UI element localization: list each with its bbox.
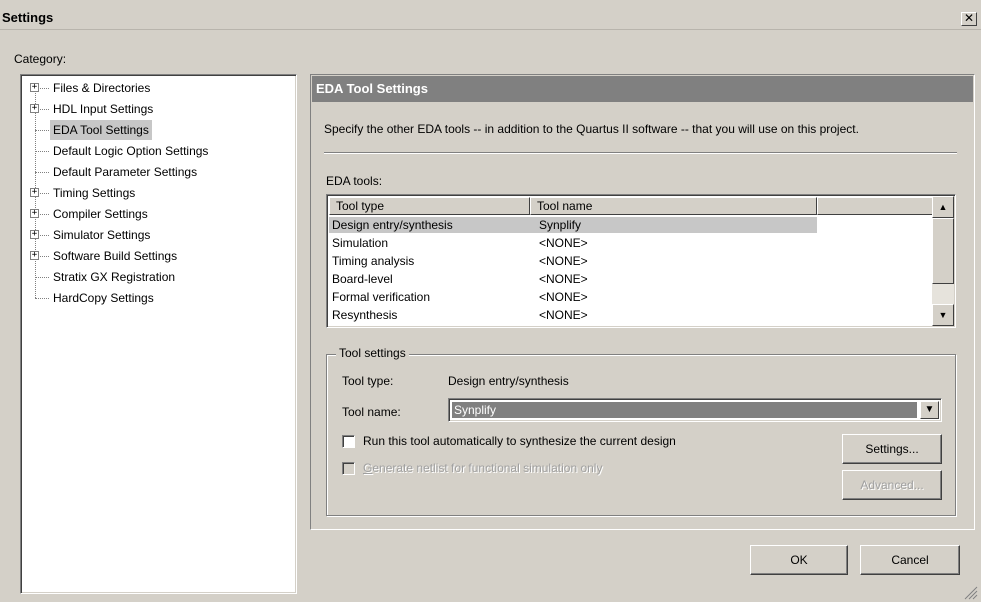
chevron-down-icon[interactable]: ▼ [920,401,939,419]
scroll-down-icon[interactable]: ▼ [932,304,954,326]
panel-header: EDA Tool Settings [312,76,973,102]
tool-type-label: Tool type: [342,374,394,388]
resize-grip-icon[interactable] [962,584,978,600]
category-item-label: Compiler Settings [53,207,148,221]
run-automatically-label[interactable]: Run this tool automatically to synthesiz… [363,434,676,448]
window-title: Settings [2,10,54,25]
tool-type-cell: Formal verification [332,290,431,304]
tool-type-cell: Simulation [332,236,389,250]
column-header-empty [817,197,933,215]
tree-connector [35,151,49,152]
category-item-label: Default Parameter Settings [53,165,198,179]
category-item-label: Files & Directories [53,81,151,95]
tool-name-cell: <NONE> [539,290,588,304]
category-item-label: Simulator Settings [53,228,151,242]
tool-type-cell: Design entry/synthesis [332,218,453,232]
tree-connector [35,172,49,173]
close-icon[interactable]: ✕ [961,12,977,26]
column-header-tool-name[interactable]: Tool name [530,197,817,215]
category-item-label: Timing Settings [53,186,136,200]
category-item-label: Stratix GX Registration [53,270,176,284]
category-item-label: EDA Tool Settings [50,120,152,140]
list-row[interactable]: Resynthesis <NONE> [329,307,817,323]
panel-description: Specify the other EDA tools -- in additi… [324,122,859,136]
tool-name-cell: Synplify [539,218,582,232]
generate-netlist-label: Generate netlist for functional simulati… [363,461,603,475]
expand-plus-icon[interactable]: + [30,209,39,218]
expand-plus-icon[interactable]: + [30,104,39,113]
eda-tools-label: EDA tools: [326,174,383,188]
tool-name-selected-value: Synplify [452,402,917,418]
generate-netlist-checkbox [342,462,355,475]
column-header-tool-type[interactable]: Tool type [329,197,530,215]
cancel-button[interactable]: Cancel [860,545,960,575]
run-automatically-checkbox[interactable] [342,435,355,448]
tool-name-cell: <NONE> [539,236,588,250]
category-tree[interactable]: + Files & Directories + HDL Input Settings E… [20,74,297,594]
separator [324,152,957,154]
list-row[interactable]: Simulation <NONE> [329,235,817,251]
eda-tools-list[interactable]: Tool type Tool name Design entry/synthes… [326,194,956,328]
settings-button[interactable]: Settings... [842,434,942,464]
category-item-label: HardCopy Settings [53,291,154,305]
tool-type-cell: Timing analysis [332,254,415,268]
tool-type-cell: Resynthesis [332,308,398,322]
tree-connector [35,277,49,278]
tool-name-cell: <NONE> [539,308,588,322]
tool-type-value: Design entry/synthesis [448,374,569,388]
expand-plus-icon[interactable]: + [30,83,39,92]
tool-settings-legend: Tool settings [336,346,409,360]
tree-connector [35,130,49,131]
list-row[interactable]: Timing analysis <NONE> [329,253,817,269]
tree-connector [35,298,49,299]
list-scrollbar[interactable]: ▲ ▼ [932,196,954,326]
expand-plus-icon[interactable]: + [30,230,39,239]
scroll-up-icon[interactable]: ▲ [932,196,954,218]
expand-plus-icon[interactable]: + [30,251,39,260]
category-item-label: Default Logic Option Settings [53,144,209,158]
expand-plus-icon[interactable]: + [30,188,39,197]
tool-type-cell: Board-level [332,272,393,286]
advanced-button: Advanced... [842,470,942,500]
scroll-thumb[interactable] [932,218,954,284]
category-label: Category: [14,52,67,66]
list-row[interactable]: Board-level <NONE> [329,271,817,287]
list-row[interactable]: Design entry/synthesis Synplify [329,217,817,233]
ok-button[interactable]: OK [750,545,848,575]
list-row[interactable]: Formal verification <NONE> [329,289,817,305]
tool-name-label: Tool name: [342,405,401,419]
generate-netlist-label-rest: enerate netlist for functional simulatio… [372,461,603,475]
category-item-label: HDL Input Settings [53,102,154,116]
tool-name-select[interactable]: Synplify ▼ [448,398,942,422]
category-item-label: Software Build Settings [53,249,178,263]
tool-name-cell: <NONE> [539,272,588,286]
title-bar [0,0,981,30]
tool-name-cell: <NONE> [539,254,588,268]
